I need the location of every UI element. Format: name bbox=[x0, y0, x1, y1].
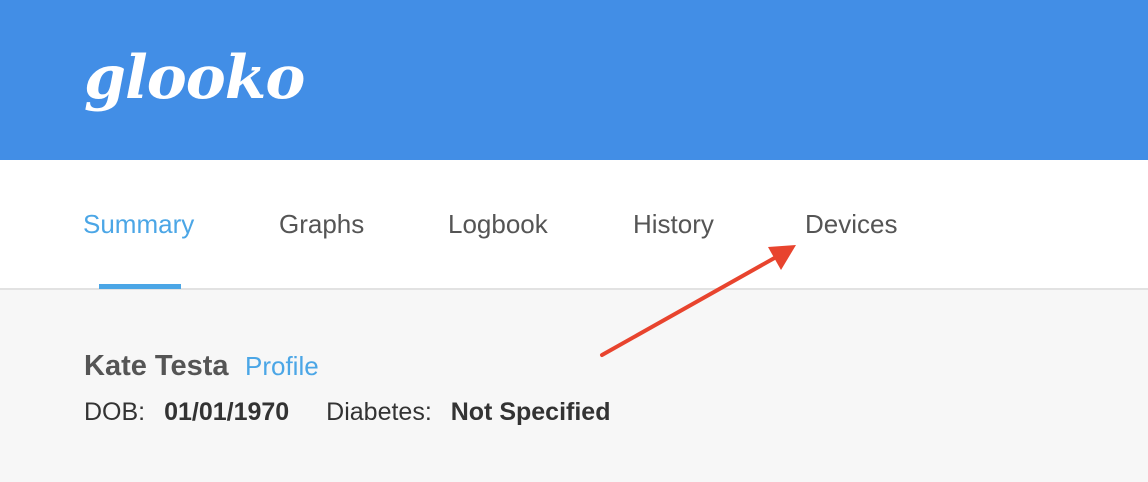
tab-logbook[interactable]: Logbook bbox=[448, 204, 548, 244]
tab-history[interactable]: History bbox=[633, 204, 714, 244]
patient-name: Kate Testa bbox=[84, 350, 229, 382]
tab-graphs[interactable]: Graphs bbox=[279, 204, 364, 244]
dob-value: 01/01/1970 bbox=[164, 398, 290, 426]
diabetes-value: Not Specified bbox=[450, 398, 611, 426]
tab-summary[interactable]: Summary bbox=[83, 204, 194, 244]
patient-details: DOB: 01/01/1970 Diabetes: Not Specified bbox=[84, 398, 610, 427]
header-bar: glooko bbox=[0, 0, 1148, 160]
active-tab-indicator bbox=[99, 284, 181, 289]
profile-link[interactable]: Profile bbox=[245, 351, 319, 381]
patient-header: Kate Testa Profile bbox=[84, 350, 319, 383]
glooko-logo[interactable]: glooko bbox=[84, 38, 305, 118]
app-root: glooko Summary Graphs Logbook History De… bbox=[0, 0, 1148, 482]
dob-label: DOB: bbox=[84, 398, 146, 426]
tab-devices[interactable]: Devices bbox=[805, 204, 897, 244]
nav-tabs: Summary Graphs Logbook History Devices bbox=[0, 160, 1148, 290]
diabetes-label: Diabetes: bbox=[326, 398, 432, 426]
